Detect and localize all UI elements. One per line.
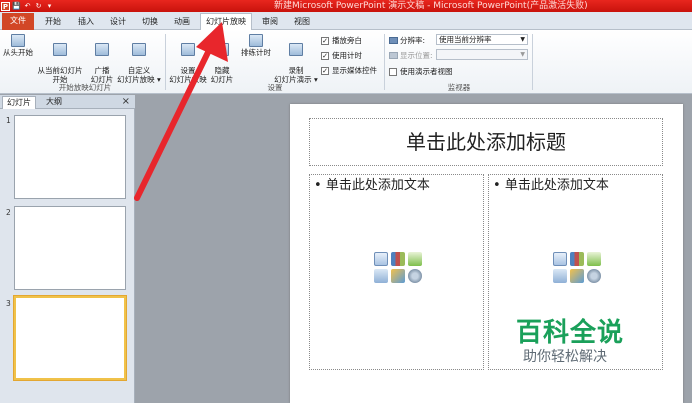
insert-content-icons bbox=[373, 252, 422, 283]
tab-review[interactable]: 审阅 bbox=[256, 14, 284, 30]
group-divider bbox=[165, 34, 166, 90]
undo-icon[interactable]: ↶ bbox=[23, 2, 32, 11]
slide-number: 2 bbox=[6, 208, 11, 217]
ribbon: 从头开始 从当前幻灯片 开始 广播 幻灯片 自定义 幻灯片放映 ▾ 开始放映幻灯… bbox=[0, 30, 692, 94]
left-content-placeholder[interactable]: • 单击此处添加文本 bbox=[309, 174, 484, 370]
slide-canvas[interactable]: 单击此处添加标题 • 单击此处添加文本 • 单击此处添加文本 bbox=[290, 104, 683, 403]
show-on-text: 显示位置: bbox=[400, 51, 433, 60]
insert-table-icon[interactable] bbox=[373, 252, 388, 266]
slide-thumbnail-1[interactable] bbox=[14, 115, 126, 199]
tab-view[interactable]: 视图 bbox=[288, 14, 316, 30]
ribbon-tab-bar: 文件 开始 插入 设计 切换 动画 幻灯片放映 审阅 视图 bbox=[0, 12, 692, 30]
watermark-slogan: 助你轻松解决 bbox=[523, 349, 607, 365]
show-media-controls-checkbox[interactable]: ✓ 显示媒体控件 bbox=[321, 65, 377, 76]
show-on-dropdown[interactable]: ▼ bbox=[436, 49, 528, 60]
slides-pane: 幻灯片 大纲 × 1 2 3 bbox=[0, 95, 135, 403]
insert-clip-art-icon[interactable] bbox=[390, 269, 405, 283]
resolution-dropdown[interactable]: 使用当前分辨率 ▼ bbox=[436, 34, 528, 45]
checkbox-unchecked-icon bbox=[389, 67, 397, 76]
slide-number: 1 bbox=[6, 116, 11, 125]
bullet-icon: • bbox=[493, 178, 501, 193]
slide-thumbnail-3[interactable] bbox=[13, 295, 127, 381]
checkbox-checked-icon: ✓ bbox=[321, 51, 329, 60]
record-icon bbox=[289, 43, 303, 56]
tab-insert[interactable]: 插入 bbox=[72, 14, 100, 30]
rehearse-timings-button[interactable]: 排练计时 bbox=[238, 34, 274, 57]
right-placeholder-text: • 单击此处添加文本 bbox=[493, 178, 609, 194]
chevron-down-icon: ▼ bbox=[520, 36, 525, 43]
tab-home[interactable]: 开始 bbox=[38, 14, 68, 30]
title-bar: P 💾 ↶ ↻ ▾ 新建Microsoft PowerPoint 演示文稿 - … bbox=[0, 0, 692, 12]
tab-transitions[interactable]: 切换 bbox=[136, 14, 164, 30]
rehearse-timings-icon bbox=[249, 34, 263, 47]
presenter-view-label: 使用演示者视图 bbox=[400, 67, 453, 76]
insert-smartart-icon[interactable] bbox=[407, 252, 422, 266]
insert-picture-icon[interactable] bbox=[552, 269, 567, 283]
custom-show-icon bbox=[132, 43, 146, 56]
quick-access-toolbar: P 💾 ↶ ↻ ▾ bbox=[0, 0, 54, 12]
resolution-label: 分辨率: bbox=[389, 35, 425, 46]
tab-slides[interactable]: 幻灯片 bbox=[2, 96, 36, 109]
broadcast-icon bbox=[95, 43, 109, 56]
tab-file[interactable]: 文件 bbox=[2, 13, 34, 30]
left-placeholder-label: 单击此处添加文本 bbox=[325, 178, 430, 193]
insert-chart-icon[interactable] bbox=[569, 252, 584, 266]
insert-chart-icon[interactable] bbox=[390, 252, 405, 266]
use-timings-checkbox[interactable]: ✓ 使用计时 bbox=[321, 50, 362, 61]
insert-picture-icon[interactable] bbox=[373, 269, 388, 283]
group-label-monitors: 监视器 bbox=[447, 83, 471, 92]
presenter-view-checkbox[interactable]: 使用演示者视图 bbox=[389, 66, 453, 77]
show-on-label: 显示位置: bbox=[389, 50, 433, 61]
title-placeholder[interactable]: 单击此处添加标题 bbox=[309, 118, 663, 166]
tab-design[interactable]: 设计 bbox=[104, 14, 132, 30]
watermark-logo: 百科全说 bbox=[516, 318, 625, 348]
tab-animations[interactable]: 动画 bbox=[168, 14, 196, 30]
use-timings-label: 使用计时 bbox=[332, 51, 362, 60]
show-media-controls-label: 显示媒体控件 bbox=[332, 66, 377, 75]
chevron-down-icon: ▼ bbox=[520, 51, 525, 58]
slides-pane-tabs: 幻灯片 大纲 × bbox=[0, 95, 135, 109]
hide-slide-icon bbox=[215, 43, 229, 56]
from-beginning-button[interactable]: 从头开始 bbox=[2, 34, 34, 57]
play-from-start-icon bbox=[11, 34, 25, 47]
play-narrations-label: 播放旁白 bbox=[332, 36, 362, 45]
insert-media-icon[interactable] bbox=[586, 269, 601, 283]
checkbox-checked-icon: ✓ bbox=[321, 66, 329, 75]
slide-thumbnail-2[interactable] bbox=[14, 206, 126, 290]
right-placeholder-label: 单击此处添加文本 bbox=[504, 178, 609, 193]
group-label-setup: 设置 bbox=[267, 83, 283, 92]
play-from-current-icon bbox=[53, 43, 67, 56]
customize-qat-icon[interactable]: ▾ bbox=[45, 2, 54, 11]
redo-icon[interactable]: ↻ bbox=[34, 2, 43, 11]
tab-outline[interactable]: 大纲 bbox=[42, 96, 66, 109]
insert-table-icon[interactable] bbox=[552, 252, 567, 266]
close-icon[interactable]: × bbox=[122, 95, 130, 108]
group-divider bbox=[384, 34, 385, 90]
save-icon[interactable]: 💾 bbox=[12, 2, 21, 11]
bullet-icon: • bbox=[314, 178, 322, 193]
insert-smartart-icon[interactable] bbox=[586, 252, 601, 266]
powerpoint-app-icon[interactable]: P bbox=[1, 1, 10, 11]
checkbox-checked-icon: ✓ bbox=[321, 36, 329, 45]
setup-show-icon bbox=[181, 43, 195, 56]
insert-content-icons bbox=[552, 252, 601, 283]
slide-number: 3 bbox=[6, 299, 11, 308]
resolution-text: 分辨率: bbox=[400, 36, 426, 45]
window-title: 新建Microsoft PowerPoint 演示文稿 - Microsoft … bbox=[274, 1, 588, 11]
tab-slide-show[interactable]: 幻灯片放映 bbox=[200, 13, 252, 30]
group-divider bbox=[532, 34, 533, 90]
resolution-value: 使用当前分辨率 bbox=[439, 35, 492, 44]
left-placeholder-text: • 单击此处添加文本 bbox=[314, 178, 430, 194]
from-beginning-label: 从头开始 bbox=[3, 48, 33, 57]
rehearse-timings-label: 排练计时 bbox=[241, 48, 271, 57]
play-narrations-checkbox[interactable]: ✓ 播放旁白 bbox=[321, 35, 362, 46]
monitor-icon bbox=[389, 52, 398, 59]
group-label-start-slideshow: 开始放映幻灯片 bbox=[58, 83, 112, 92]
insert-clip-art-icon[interactable] bbox=[569, 269, 584, 283]
insert-media-icon[interactable] bbox=[407, 269, 422, 283]
monitor-icon bbox=[389, 37, 398, 44]
